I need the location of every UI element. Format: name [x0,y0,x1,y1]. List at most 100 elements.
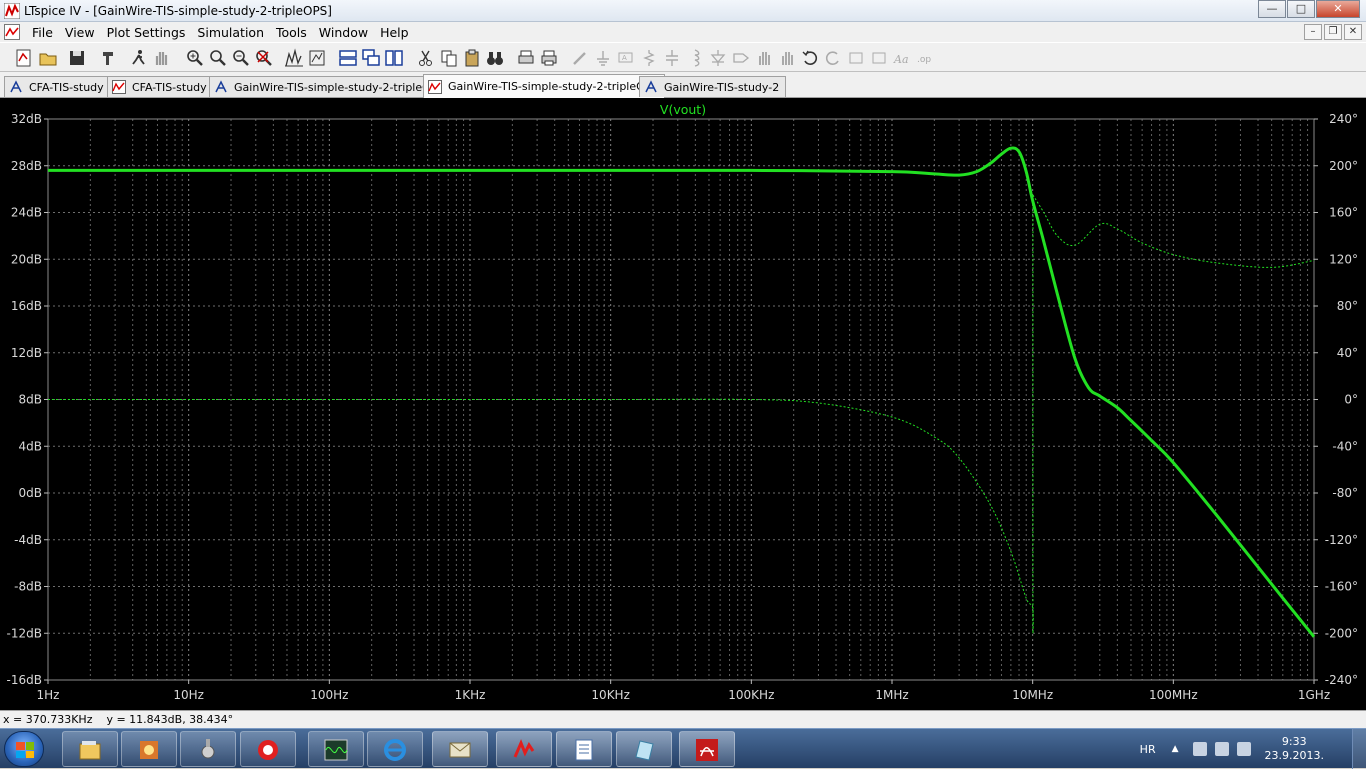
menu-file[interactable]: File [26,25,59,40]
menu-plot-settings[interactable]: Plot Settings [101,25,192,40]
menu-view[interactable]: View [59,25,101,40]
x-tick-label: 1Hz [37,688,60,702]
zoom-pan-icon[interactable] [208,48,228,68]
ltspice-icon [513,739,535,758]
halt-hand-icon[interactable] [152,48,172,68]
window-controls: — □ ✕ [1257,0,1360,18]
zoom-out-icon[interactable] [231,48,251,68]
action-center-icon[interactable] [1192,742,1207,756]
tab-gainwire-waveform[interactable]: GainWire-TIS-simple-study-2-tripleOPS [423,74,666,98]
document-window-controls: – ❐ ✕ [1302,24,1362,40]
svg-text:.op: .op [917,55,931,65]
autorange-icon[interactable] [284,48,304,68]
clock[interactable]: 9:33 23.9.2013. [1265,735,1324,763]
taskbar-notepad[interactable] [616,731,672,767]
diode-icon [710,50,726,66]
cut-scissors-icon[interactable] [416,48,436,68]
taskbar-installer[interactable] [121,731,177,767]
menu-simulation[interactable]: Simulation [191,25,270,40]
y-right-tick-label: -160° [1325,580,1358,594]
x-tick-label: 10MHz [1012,688,1053,702]
minimize-button[interactable]: — [1258,0,1286,18]
lifesaver-icon [258,740,278,760]
open-folder-icon[interactable] [38,48,58,68]
y-right-tick-label: 160° [1329,206,1358,220]
find-binoculars-icon[interactable] [485,48,505,68]
tab-label: GainWire-TIS-simple-study-2-tripleOPS [448,80,659,93]
start-button[interactable] [4,731,44,767]
paste-icon[interactable] [462,48,482,68]
close-button[interactable]: ✕ [1316,0,1360,18]
y-right-tick-label: -40° [1332,439,1358,453]
tile-horizontal-icon[interactable] [338,48,358,68]
doc-close-button[interactable]: ✕ [1344,24,1362,40]
taskbar-mail[interactable] [432,731,488,767]
waveform-icon [428,79,442,94]
plot-window[interactable]: 32dB 28dB 24dB 20dB 16dB 12dB 8dB 4dB 0dB -4dB -8d… [0,98,1366,710]
taskbar-internet-explorer[interactable] [367,731,423,767]
tab-label: GainWire-TIS-simple-study-2-tripleOPS [234,80,445,94]
show-hidden-icons-icon[interactable]: ▲ [1172,744,1179,754]
taskbar-oscilloscope[interactable] [308,731,364,767]
y-right-tick-label: 240° [1329,112,1358,126]
taskbar-lifesaver[interactable] [240,731,296,767]
plot-traces [48,146,1316,638]
new-schematic-icon[interactable] [14,48,34,68]
x-tick-label: 10KHz [591,688,629,702]
cascade-windows-icon[interactable] [361,48,381,68]
trace-label-vout[interactable]: V(vout) [660,102,706,117]
tile-vertical-icon[interactable] [384,48,404,68]
bode-plot[interactable]: 32dB 28dB 24dB 20dB 16dB 12dB 8dB 4dB 0dB -4dB -8d… [0,98,1366,710]
tab-label: GainWire-TIS-study-2 [664,80,780,94]
waveform-doc-icon[interactable] [4,24,20,40]
x-tick-label: 100MHz [1149,688,1198,702]
taskbar-adobe-reader[interactable] [679,731,735,767]
doc-restore-button[interactable]: ❐ [1324,24,1342,40]
zoom-full-icon[interactable] [254,48,274,68]
inductor-icon [694,49,700,67]
magnitude-trace [48,146,1316,638]
tab-gainwire-tis-study-2-schematic[interactable]: GainWire-TIS-study-2 [639,76,787,97]
y-right-tick-label: 200° [1329,159,1358,173]
installer-icon [140,741,158,759]
menu-window[interactable]: Window [313,25,374,40]
taskbar-explorer[interactable] [62,731,118,767]
network-icon[interactable] [1214,742,1229,756]
y-right-tick-label: -80° [1332,486,1358,500]
tab-label: CFA-TIS-study [29,80,104,94]
explorer-folder-icon [79,741,101,760]
schematic-icon [10,80,22,93]
taskbar-word-doc[interactable] [556,731,612,767]
y-right-tick-label: 40° [1337,346,1358,360]
doc-minimize-button[interactable]: – [1304,24,1322,40]
run-icon[interactable] [129,48,149,68]
windows-logo-icon [16,742,34,758]
save-icon[interactable] [67,48,87,68]
y-left-tick-label: 16dB [11,299,42,313]
waveform-icon [112,80,126,94]
menu-tools[interactable]: Tools [270,25,313,40]
volume-icon[interactable] [1236,742,1251,756]
rotate-icon [849,52,863,64]
menu-help[interactable]: Help [374,25,415,40]
plot-settings-icon[interactable] [307,48,327,68]
mirror-icon [872,52,886,64]
zoom-in-icon[interactable] [185,48,205,68]
clock-date: 23.9.2013. [1264,749,1324,762]
taskbar-gear-tool[interactable] [180,731,236,767]
show-desktop-button[interactable] [1352,729,1366,769]
maximize-button[interactable]: □ [1287,0,1315,18]
y-right-tick-label: -240° [1325,673,1358,687]
tab-cfa-tis-study-waveform[interactable]: CFA-TIS-study [107,76,214,97]
schematic-icon [215,80,227,93]
control-panel-hammer-icon[interactable] [99,48,119,68]
print-icon[interactable] [539,48,559,68]
print-setup-icon[interactable] [516,48,536,68]
copy-icon[interactable] [439,48,459,68]
tab-gainwire-schematic[interactable]: GainWire-TIS-simple-study-2-tripleOPS [209,76,452,97]
undo-icon[interactable] [800,48,820,68]
language-indicator[interactable]: HR [1140,743,1156,756]
taskbar-ltspice[interactable] [496,731,552,767]
notepad-icon [635,740,654,761]
tab-cfa-tis-study-schematic[interactable]: CFA-TIS-study [4,76,111,97]
